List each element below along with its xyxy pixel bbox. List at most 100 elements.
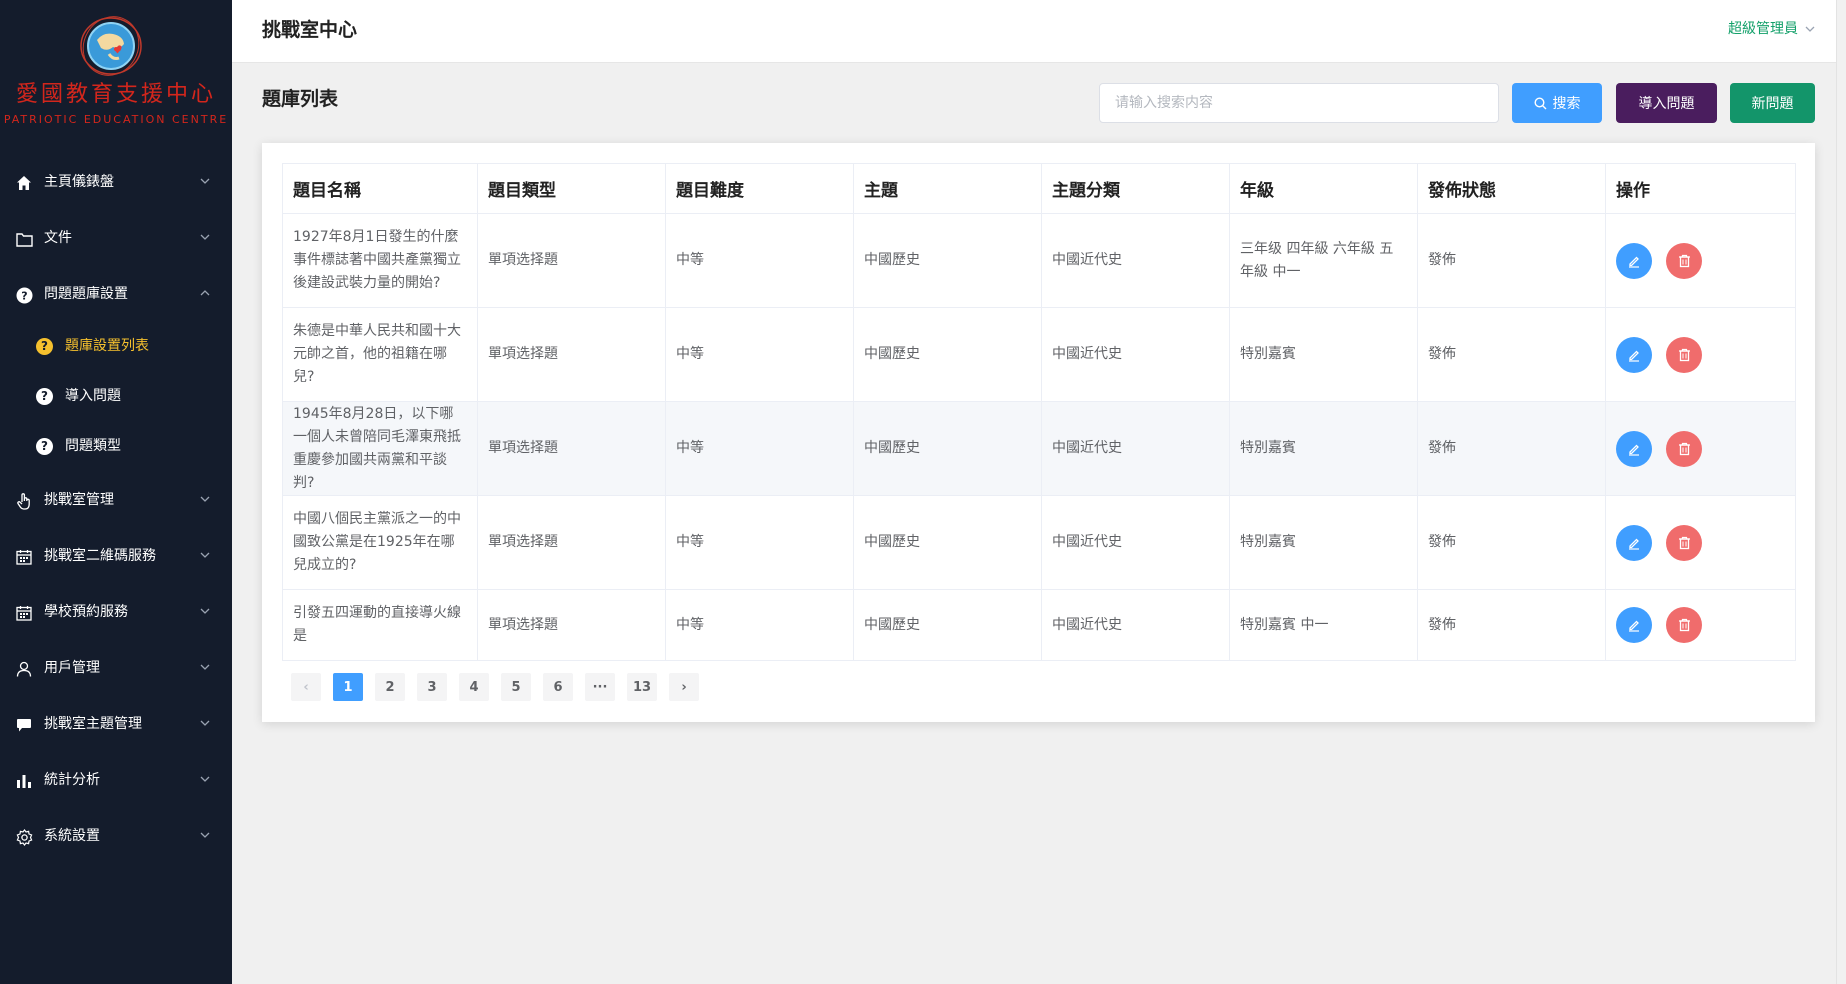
question-circle-icon: ? xyxy=(15,286,33,304)
pagination: ‹ 1 2 3 4 5 6 ··· 13 › xyxy=(291,673,699,701)
window-scrollbar[interactable] xyxy=(1836,0,1846,984)
search-input[interactable] xyxy=(1099,83,1499,123)
column-header[interactable]: 年級 xyxy=(1229,163,1418,214)
topic-cell: 中國歷史 xyxy=(853,401,1042,496)
page-title: 題庫列表 xyxy=(262,88,339,110)
chevron-down-icon xyxy=(200,832,210,838)
delete-button[interactable] xyxy=(1666,607,1702,643)
chevron-down-icon xyxy=(200,608,210,614)
edit-button[interactable] xyxy=(1616,242,1652,279)
chevron-down-icon xyxy=(200,720,210,726)
sidebar-item-school-booking[interactable]: 學校預約服務 xyxy=(0,592,232,632)
folder-icon xyxy=(15,230,33,248)
import-questions-button[interactable]: 導入問題 xyxy=(1616,83,1717,123)
new-question-button[interactable]: 新問題 xyxy=(1730,83,1815,123)
question-name-cell: 1927年8月1日發生的什麼事件標誌著中國共產黨獨立後建設武裝力量的開始? xyxy=(282,213,478,308)
calendar-icon xyxy=(15,548,33,566)
bar-chart-icon xyxy=(15,772,33,790)
sidebar-item-statistics[interactable]: 統計分析 xyxy=(0,760,232,800)
page-button[interactable]: 5 xyxy=(501,673,531,701)
table-row[interactable]: 1927年8月1日發生的什麼事件標誌著中國共產黨獨立後建設武裝力量的開始? 單項… xyxy=(282,213,1796,308)
more-pages-button[interactable]: ··· xyxy=(585,673,615,701)
sidebar-item-documents[interactable]: 文件 xyxy=(0,218,232,258)
sidebar-item-challenge-room[interactable]: 挑戰室管理 xyxy=(0,480,232,520)
chevron-down-icon xyxy=(1805,26,1815,32)
category-cell: 中國近代史 xyxy=(1041,495,1230,590)
page-button[interactable]: 1 xyxy=(333,673,363,701)
sidebar-item-label: 主頁儀錶盤 xyxy=(44,174,114,190)
column-header[interactable]: 題目難度 xyxy=(665,163,854,214)
search-button-label: 搜索 xyxy=(1552,96,1581,112)
trash-icon xyxy=(1678,536,1690,549)
actions-cell xyxy=(1605,589,1796,661)
actions-cell xyxy=(1605,495,1796,590)
question-table: 題目名稱 題目類型 題目難度 主題 主題分類 年級 發佈狀態 操作 1927年8… xyxy=(282,163,1796,661)
table-row[interactable]: 中國八個民主黨派之一的中國致公黨是在1925年在哪兒成立的? 單項选择題 中等 … xyxy=(282,495,1796,590)
chevron-down-icon xyxy=(200,664,210,670)
user-menu[interactable]: 超級管理員 xyxy=(1728,19,1816,39)
import-button-label: 導入問題 xyxy=(1638,96,1695,112)
difficulty-cell: 中等 xyxy=(665,307,854,402)
column-header[interactable]: 發佈狀態 xyxy=(1417,163,1606,214)
status-cell: 發佈 xyxy=(1417,307,1606,402)
sidebar-item-label: 挑戰室二維碼服務 xyxy=(44,548,156,564)
sidebar-item-users[interactable]: 用戶管理 xyxy=(0,648,232,688)
edit-button[interactable] xyxy=(1616,430,1652,467)
sidebar-item-label: 系統設置 xyxy=(44,828,100,844)
sidebar-item-settings[interactable]: 系統設置 xyxy=(0,816,232,856)
grade-cell: 三年级 四年級 六年級 五年級 中一 xyxy=(1229,213,1418,308)
delete-button[interactable] xyxy=(1666,524,1702,561)
table-row[interactable]: 朱德是中華人民共和國十大元帥之首，他的祖籍在哪兒? 單項选择題 中等 中國歷史 … xyxy=(282,307,1796,402)
gear-icon xyxy=(15,828,33,846)
column-header[interactable]: 題目名稱 xyxy=(282,163,478,214)
grade-cell: 特別嘉賓 中一 xyxy=(1229,589,1418,661)
category-cell: 中國近代史 xyxy=(1041,307,1230,402)
hand-pointer-icon xyxy=(15,492,33,510)
sidebar-item-label: 文件 xyxy=(44,230,72,246)
edit-button[interactable] xyxy=(1616,607,1652,643)
edit-button[interactable] xyxy=(1616,524,1652,561)
sidebar: 愛國教育支援中心 PATRIOTIC EDUCATION CENTRE 主頁儀錶… xyxy=(0,0,232,984)
logo-title-cn: 愛國教育支援中心 xyxy=(15,82,216,107)
sidebar-item-topics[interactable]: 挑戰室主題管理 xyxy=(0,704,232,744)
chevron-down-icon xyxy=(200,776,210,782)
page-button[interactable]: 13 xyxy=(627,673,657,701)
next-page-button[interactable]: › xyxy=(669,673,699,701)
table-row[interactable]: 引發五四運動的直接導火線是 單項选择題 中等 中國歷史 中國近代史 特別嘉賓 中… xyxy=(282,589,1796,661)
page-button[interactable]: 6 xyxy=(543,673,573,701)
search-button[interactable]: 搜索 xyxy=(1512,83,1602,123)
delete-button[interactable] xyxy=(1666,430,1702,467)
page-button[interactable]: 2 xyxy=(375,673,405,701)
sidebar-item-dashboard[interactable]: 主頁儀錶盤 xyxy=(0,162,232,202)
question-type-cell: 單項选择題 xyxy=(477,401,666,496)
status-cell: 發佈 xyxy=(1417,495,1606,590)
user-menu-label: 超級管理員 xyxy=(1728,21,1798,37)
trash-icon xyxy=(1678,348,1690,361)
column-header[interactable]: 題目類型 xyxy=(477,163,666,214)
sidebar-item-label: 問題題庫設置 xyxy=(44,286,128,302)
header-title: 挑戰室中心 xyxy=(262,19,358,41)
delete-button[interactable] xyxy=(1666,242,1702,279)
sidebar-subitem-question-list[interactable]: ? 題庫設置列表 xyxy=(0,326,232,366)
sidebar-item-qr-service[interactable]: 挑戰室二維碼服務 xyxy=(0,536,232,576)
main-content: 題庫列表 搜索 導入問題 新問題 題目名稱 題目類型 題目難度 主題 主題分類 … xyxy=(232,63,1836,984)
sidebar-item-label: 挑戰室主題管理 xyxy=(44,716,142,732)
page-button[interactable]: 3 xyxy=(417,673,447,701)
page-button[interactable]: 4 xyxy=(459,673,489,701)
table-row[interactable]: 1945年8月28日，以下哪一個人未曾陪同毛澤東飛抵重慶參加國共兩黨和平談判? … xyxy=(282,401,1796,496)
column-header[interactable]: 操作 xyxy=(1605,163,1796,214)
sidebar-subitem-question-types[interactable]: ? 問題類型 xyxy=(0,426,232,466)
chevron-up-icon xyxy=(200,290,210,296)
sidebar-item-label: 挑戰室管理 xyxy=(44,492,114,508)
delete-button[interactable] xyxy=(1666,336,1702,373)
column-header[interactable]: 主題 xyxy=(853,163,1042,214)
difficulty-cell: 中等 xyxy=(665,213,854,308)
edit-icon xyxy=(1629,538,1639,550)
sidebar-subitem-import-questions[interactable]: ? 導入問題 xyxy=(0,376,232,416)
prev-page-button[interactable]: ‹ xyxy=(291,673,321,701)
column-header[interactable]: 主題分類 xyxy=(1041,163,1230,214)
actions-cell xyxy=(1605,401,1796,496)
difficulty-cell: 中等 xyxy=(665,589,854,661)
edit-button[interactable] xyxy=(1616,336,1652,373)
sidebar-item-question-bank[interactable]: ? 問題題庫設置 xyxy=(0,274,232,314)
